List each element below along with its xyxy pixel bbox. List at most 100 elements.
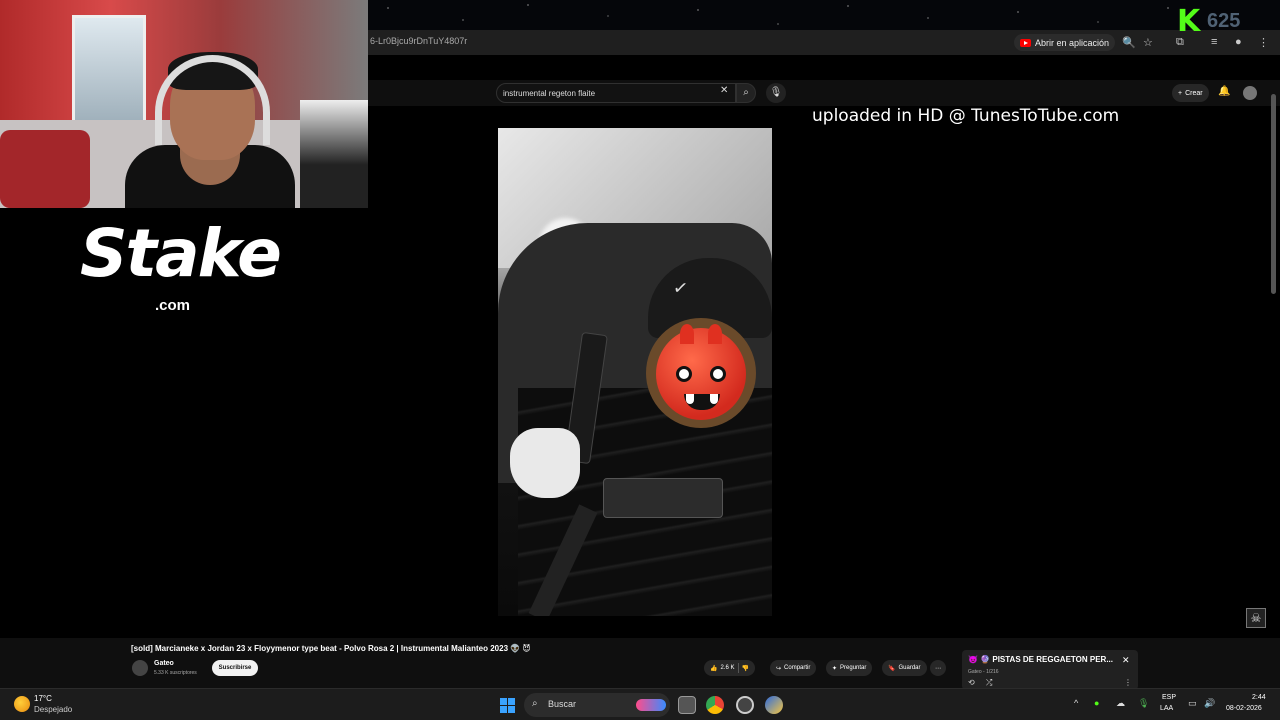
kick-k: K <box>1177 4 1201 39</box>
share-button[interactable]: ↪ Compartir <box>770 660 817 676</box>
weather-icon[interactable] <box>14 696 30 712</box>
keyboard-layout[interactable]: LAA <box>1160 705 1173 712</box>
url-text[interactable]: 6-Lr0Bjcu9rDnTuY4807r <box>370 36 467 46</box>
menu-dots-icon[interactable]: ⋮ <box>1258 36 1269 49</box>
taskbar-search-icon: ⌕ <box>532 698 538 709</box>
open-in-app-label: Abrir en aplicación <box>1035 37 1110 48</box>
sparkle-icon: ✦ <box>832 665 838 672</box>
more-actions-button[interactable]: ⋯ <box>930 660 946 676</box>
tray-onedrive-icon[interactable]: ☁ <box>1116 698 1125 709</box>
dislike-icon[interactable]: 👎 <box>742 665 749 672</box>
channel-subscriber-count: 5.33 K suscriptores <box>154 670 197 676</box>
save-button[interactable]: 🔖 Guardar <box>882 660 927 676</box>
network-icon[interactable]: ▭ <box>1188 698 1197 709</box>
demon-fang-left <box>686 394 694 404</box>
video-info-bar: [sold] Marcianeke x Jordan 23 x Floyymen… <box>0 638 1280 690</box>
video-glove <box>510 428 580 498</box>
save-icon: 🔖 <box>888 665 896 672</box>
clock-time[interactable]: 2:44 <box>1252 694 1266 701</box>
stake-wordmark: Stake <box>80 215 282 292</box>
skull-icon[interactable]: ☠ <box>1246 608 1266 628</box>
webcam-streamer <box>110 50 310 208</box>
youtube-header: instrumental regeton flaite ✕ ⌕ 🎙 + Crea… <box>368 80 1280 106</box>
keyboard-language[interactable]: ESP <box>1162 694 1176 701</box>
media-control-icon[interactable]: ≡ <box>1211 36 1217 48</box>
start-tile-3 <box>500 706 507 713</box>
screen: 6-Lr0Bjcu9rDnTuY4807r Abrir en aplicació… <box>0 0 1280 720</box>
weather-condition[interactable]: Despejado <box>34 705 72 714</box>
bookmark-star-icon[interactable]: ☆ <box>1143 36 1153 49</box>
loop-icon[interactable]: ⟲ <box>968 678 975 687</box>
taskbar-search-label: Buscar <box>548 699 577 709</box>
notifications-bell-icon[interactable]: 🔔 <box>1218 86 1230 97</box>
tray-mic-icon[interactable]: 🎙 <box>1138 698 1149 709</box>
starry-banner <box>368 0 1280 30</box>
start-tile-1 <box>500 698 507 705</box>
search-button[interactable]: ⌕ <box>736 83 756 103</box>
start-tile-2 <box>508 698 515 705</box>
volume-icon[interactable]: 🔊 <box>1204 698 1215 709</box>
demon-horn-right <box>708 324 722 344</box>
youtube-icon <box>1020 38 1031 47</box>
cap-logo: ✓ <box>671 277 690 299</box>
tray-app-icon[interactable]: ● <box>1094 698 1099 708</box>
ask-label: Preguntar <box>840 665 867 671</box>
zoom-icon[interactable]: 🔍 <box>1122 36 1136 49</box>
clear-search-icon[interactable]: ✕ <box>720 85 728 96</box>
address-bar[interactable]: 6-Lr0Bjcu9rDnTuY4807r Abrir en aplicació… <box>368 30 1280 55</box>
create-label: Crear <box>1185 89 1203 97</box>
like-dislike-group: 👍 2.6 K 👎 <box>704 660 755 676</box>
channel-name[interactable]: Gateo <box>154 660 174 667</box>
voice-search-button[interactable]: 🎙 <box>766 83 786 103</box>
share-icon: ↪ <box>776 665 782 672</box>
video-player[interactable]: ✓ <box>498 128 772 616</box>
channel-avatar[interactable] <box>132 660 148 676</box>
video-title: [sold] Marcianeke x Jordan 23 x Floyymen… <box>131 644 531 653</box>
obs-icon[interactable] <box>736 696 754 714</box>
create-button[interactable]: + Crear <box>1172 84 1209 102</box>
playlist-title[interactable]: 👿 🔮 PISTAS DE REGGAETON PER... <box>968 655 1113 664</box>
kick-logo: K 625 <box>1177 4 1277 39</box>
profile-icon[interactable]: ● <box>1235 36 1242 48</box>
subscribe-button[interactable]: Suscribirse <box>212 660 258 676</box>
ask-button[interactable]: ✦ Preguntar <box>826 660 873 676</box>
taskbar-search[interactable]: ⌕ Buscar <box>524 693 670 717</box>
more-icon: ⋯ <box>935 665 941 672</box>
webcam-gaming-chair <box>300 100 368 208</box>
page-scrollbar[interactable] <box>1270 84 1278 634</box>
streamer-webcam <box>0 0 368 208</box>
shuffle-icon[interactable]: ⤮ <box>986 678 992 688</box>
like-icon[interactable]: 👍 <box>710 665 717 672</box>
microphone-icon: 🎙 <box>769 87 783 98</box>
open-in-app-button[interactable]: Abrir en aplicación <box>1014 34 1116 51</box>
demon-face <box>656 324 746 420</box>
search-icon: ⌕ <box>743 87 749 98</box>
close-playlist-icon[interactable]: ✕ <box>1122 655 1130 666</box>
task-view-icon[interactable] <box>678 696 696 714</box>
app-icon[interactable] <box>765 696 783 714</box>
tray-expand-icon[interactable]: ^ <box>1074 698 1078 708</box>
search-input[interactable]: instrumental regeton flaite <box>496 83 736 103</box>
share-label: Compartir <box>784 665 811 671</box>
playlist-more-icon[interactable]: ⋮ <box>1124 678 1132 687</box>
playlist-panel[interactable]: 👿 🔮 PISTAS DE REGGAETON PER... Gateo - 1… <box>962 650 1138 690</box>
clock-date[interactable]: 08-02-2026 <box>1226 705 1262 712</box>
save-label: Guardar <box>898 665 921 671</box>
stake-tld: .com <box>155 297 191 314</box>
like-count[interactable]: 2.6 K <box>720 665 734 671</box>
weather-temperature[interactable]: 17°C <box>34 694 52 703</box>
account-avatar[interactable] <box>1243 86 1257 100</box>
chrome-icon[interactable] <box>706 696 724 714</box>
search-highlight-art <box>636 699 666 711</box>
start-tile-4 <box>508 706 515 713</box>
demon-eye-right <box>710 366 726 382</box>
plus-icon: + <box>1178 89 1183 97</box>
stake-logo: Stake .com <box>80 215 282 325</box>
like-divider <box>737 663 739 673</box>
video-overlay-text: uploaded in HD @ TunesToTube.com <box>812 106 1120 126</box>
windows-start-icon[interactable] <box>500 698 515 713</box>
demon-horn-left <box>680 324 694 344</box>
video-object-lower <box>603 478 723 518</box>
scrollbar-thumb[interactable] <box>1271 94 1276 294</box>
windows-taskbar: 17°C Despejado ⌕ Buscar ^ ● ☁ 🎙 ESP LAA … <box>0 688 1280 720</box>
